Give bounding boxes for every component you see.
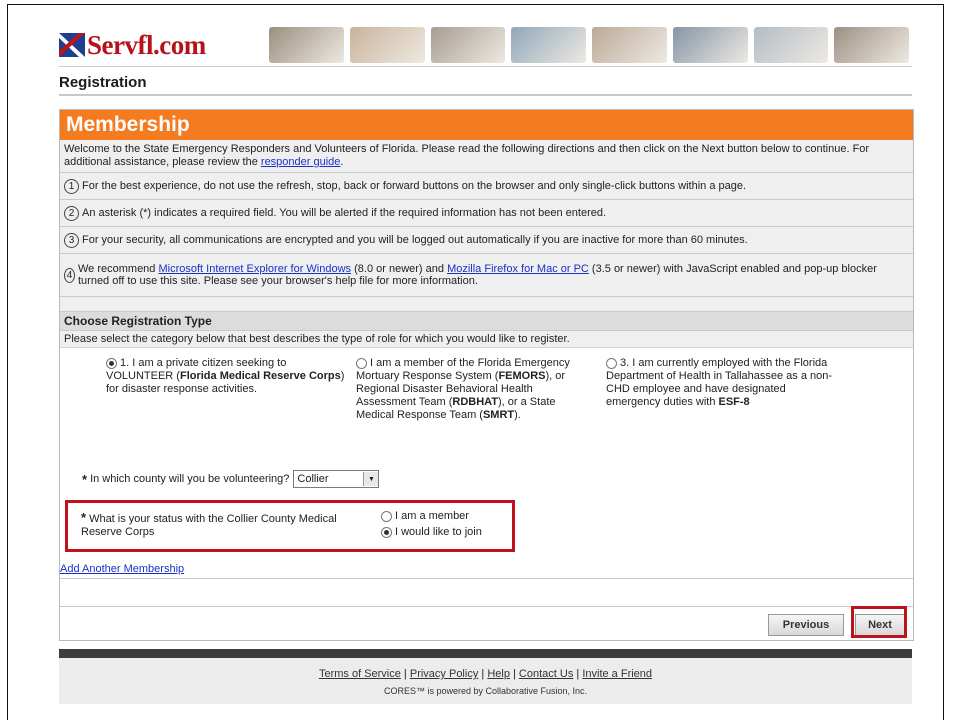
- radio-chd-employee[interactable]: [606, 357, 617, 369]
- powered-by: CORES™ is powered by Collaborative Fusio…: [383, 686, 588, 696]
- footer-link-privacy-policy[interactable]: Privacy Policy: [410, 668, 478, 680]
- header-banner-photos: [269, 27, 909, 63]
- step-3: 3 For your security, all communications …: [60, 227, 913, 254]
- footer-link-help[interactable]: Help: [487, 668, 510, 680]
- status-join-label: I would like to join: [395, 526, 482, 538]
- chevron-down-icon[interactable]: ▼: [363, 472, 379, 486]
- option-volunteer[interactable]: 1. I am a private citizen seeking to VOL…: [106, 357, 346, 396]
- footer-link-invite-a-friend[interactable]: Invite a Friend: [582, 668, 652, 680]
- add-membership-link[interactable]: Add Another Membership: [60, 563, 184, 575]
- status-highlight-box: * What is your status with the Collier Co…: [65, 500, 515, 552]
- county-question: In which county will you be volunteering…: [90, 473, 290, 485]
- footer: Terms of Service | Privacy Policy | Help…: [59, 658, 912, 704]
- banner-photo: [511, 27, 586, 63]
- divider: [60, 606, 913, 607]
- intro-body: Welcome to the State Emergency Responder…: [64, 143, 870, 168]
- banner-photo: [834, 27, 909, 63]
- radio-femors[interactable]: [356, 357, 367, 369]
- status-member-label: I am a member: [395, 510, 469, 522]
- responder-guide-link[interactable]: responder guide: [261, 156, 341, 168]
- option3-bold: ESF-8: [718, 396, 750, 408]
- title-divider: [59, 94, 912, 96]
- banner-photo: [592, 27, 667, 63]
- step-text: For your security, all communications ar…: [82, 234, 748, 246]
- footer-separator: |: [573, 668, 583, 680]
- footer-link-terms-of-service[interactable]: Terms of Service: [319, 668, 401, 680]
- banner-photo: [672, 27, 748, 63]
- logo-text: Servfl.com: [87, 29, 206, 60]
- step-number: 4: [64, 267, 75, 283]
- next-highlight-box: [851, 606, 907, 638]
- option-chd-employee[interactable]: 3. I am currently employed with the Flor…: [606, 357, 836, 409]
- intro-text: Welcome to the State Emergency Responder…: [60, 140, 913, 173]
- status-question-text: What is your status with the Collier Cou…: [81, 513, 337, 538]
- step-number: 1: [64, 178, 79, 194]
- radio-join[interactable]: [381, 526, 392, 538]
- step-4: 4 We recommend Microsoft Internet Explor…: [60, 254, 913, 297]
- step-number: 3: [64, 232, 79, 248]
- footer-separator: |: [509, 668, 519, 680]
- banner-photo: [269, 27, 344, 63]
- footer-links: Terms of Service | Privacy Policy | Help…: [59, 658, 912, 680]
- required-asterisk: *: [81, 510, 87, 525]
- radio-member[interactable]: [381, 510, 392, 522]
- intro-end: .: [340, 156, 344, 168]
- registration-type-heading: Choose Registration Type: [60, 312, 913, 331]
- radio-volunteer[interactable]: [106, 357, 117, 369]
- status-options: I am a member I would like to join: [381, 508, 482, 540]
- footer-separator: |: [478, 668, 488, 680]
- registration-type-instruction: Please select the category below that be…: [60, 331, 913, 348]
- option2-text-end: ).: [514, 409, 521, 421]
- status-question: * What is your status with the Collier Co…: [81, 511, 371, 539]
- step4-pre: We recommend: [77, 263, 159, 275]
- option2-bold-rdbhat: RDBHAT: [452, 396, 499, 408]
- firefox-link[interactable]: Mozilla Firefox for Mac or PC: [447, 263, 589, 275]
- banner-photo: [349, 27, 425, 63]
- status-option-join[interactable]: I would like to join: [381, 524, 482, 540]
- header-divider: [59, 66, 912, 67]
- section-spacer: [60, 297, 913, 312]
- step-text: For the best experience, do not use the …: [82, 180, 747, 192]
- step4-mid: (8.0 or newer) and: [351, 263, 448, 275]
- step-text: An asterisk (*) indicates a required fie…: [82, 207, 607, 219]
- option2-bold-femors: FEMORS: [498, 370, 546, 382]
- page-title: Registration: [59, 74, 147, 91]
- footer-bar: [59, 649, 912, 658]
- required-asterisk: *: [82, 471, 88, 487]
- county-row: * In which county will you be volunteeri…: [82, 470, 380, 488]
- banner-photo: [430, 27, 506, 63]
- site-header: Servfl.com: [59, 25, 912, 65]
- step-number: 2: [64, 205, 79, 221]
- membership-heading: Membership: [60, 110, 913, 140]
- step-2: 2 An asterisk (*) indicates a required f…: [60, 200, 913, 227]
- step-text: We recommend Microsoft Internet Explorer…: [78, 263, 909, 287]
- previous-button[interactable]: Previous: [768, 614, 844, 636]
- county-selected-value: Collier: [297, 473, 329, 485]
- footer-separator: |: [400, 668, 410, 680]
- divider: [60, 578, 913, 579]
- ie-link[interactable]: Microsoft Internet Explorer for Windows: [158, 263, 351, 275]
- option1-bold: Florida Medical Reserve Corps: [179, 370, 341, 382]
- site-logo[interactable]: Servfl.com: [59, 25, 206, 65]
- footer-link-contact-us[interactable]: Contact Us: [519, 668, 573, 680]
- registration-type-options: 1. I am a private citizen seeking to VOL…: [60, 348, 913, 468]
- membership-panel: Membership Welcome to the State Emergenc…: [59, 109, 914, 641]
- county-select[interactable]: Collier ▼: [293, 470, 380, 488]
- banner-photo: [753, 27, 829, 63]
- florida-flag-icon: [59, 33, 85, 57]
- option-femors[interactable]: I am a member of the Florida Emergency M…: [356, 357, 576, 422]
- step-1: 1 For the best experience, do not use th…: [60, 173, 913, 200]
- status-option-member[interactable]: I am a member: [381, 508, 482, 524]
- option2-bold-smrt: SMRT: [482, 409, 515, 421]
